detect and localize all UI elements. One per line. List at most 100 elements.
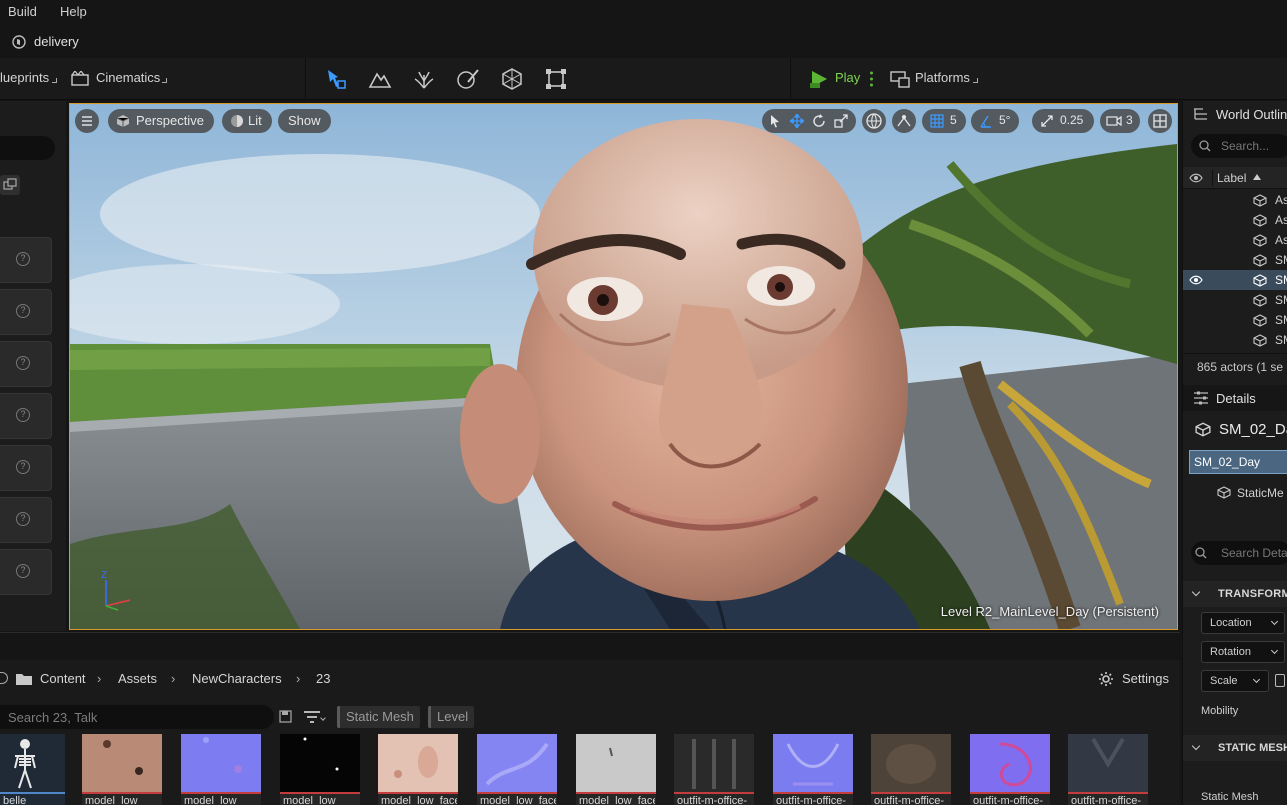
asset-tile[interactable]: model_low_face [576, 734, 656, 805]
visibility-eye-icon[interactable] [1189, 172, 1203, 184]
panel-splitter[interactable] [0, 632, 1180, 658]
translate-tool-icon[interactable] [790, 114, 804, 128]
folder-icon[interactable] [15, 672, 33, 686]
breadcrumb-content[interactable]: Content [40, 671, 86, 686]
select-mode-icon[interactable] [324, 67, 348, 91]
menu-build[interactable]: Build [8, 4, 37, 19]
perspective-button[interactable]: Perspective [108, 109, 214, 133]
outliner-row[interactable]: As [1183, 190, 1287, 210]
child-component-name[interactable]: StaticMe [1237, 486, 1284, 500]
location-dropdown[interactable]: Location [1201, 612, 1285, 634]
foliage-mode-icon[interactable] [412, 67, 436, 91]
asset-tile[interactable]: outfit-m-office- [871, 734, 951, 805]
platforms-button[interactable]: Platforms [915, 70, 970, 85]
scale-dropdown[interactable]: Scale [1201, 670, 1269, 692]
landscape-mode-icon[interactable] [368, 67, 392, 91]
modeling-mode-icon[interactable] [544, 67, 568, 91]
sort-ascending-icon[interactable] [1253, 174, 1261, 180]
show-button[interactable]: Show [278, 109, 331, 133]
filter-chip-static-mesh[interactable]: Static Mesh [337, 706, 420, 728]
asset-tile[interactable]: model_low_face [477, 734, 557, 805]
cinematics-dropdown-icon[interactable] [162, 78, 167, 83]
static-mesh-property-label: Static Mesh [1201, 791, 1259, 803]
outliner-row[interactable]: SM [1183, 290, 1287, 310]
outliner-row[interactable]: SM [1183, 330, 1287, 350]
place-actors-category-tile[interactable]: ? [0, 497, 52, 543]
asset-tile[interactable]: model_low_face [378, 734, 458, 805]
rotate-tool-icon[interactable] [812, 114, 826, 128]
toolbar-divider [790, 58, 791, 100]
collapse-chevron-icon[interactable] [1191, 587, 1201, 597]
label-column-header[interactable]: Label [1217, 171, 1246, 185]
asset-tile[interactable]: outfit-m-office- [773, 734, 853, 805]
camera-speed-button[interactable]: 3 [1100, 109, 1140, 133]
asset-tile[interactable]: model_low [181, 734, 261, 805]
scale-lock-icon[interactable] [1275, 674, 1285, 687]
place-actors-category-tile[interactable]: ? [0, 341, 52, 387]
asset-tile[interactable]: model_low [280, 734, 360, 805]
breadcrumb-newcharacters[interactable]: NewCharacters [192, 671, 282, 686]
asset-tile[interactable]: outfit-m-office- [1068, 734, 1148, 805]
scale-tool-icon[interactable] [834, 114, 848, 128]
scale-snap-button[interactable]: 0.25 [1032, 109, 1094, 133]
visibility-eye-icon[interactable] [1189, 274, 1203, 286]
place-actors-category-tile[interactable]: ? [0, 393, 52, 439]
place-actors-category-tile[interactable]: ? [0, 237, 52, 283]
outliner-row[interactable]: As [1183, 230, 1287, 250]
play-icon[interactable] [809, 69, 829, 89]
details-search-input[interactable]: Search Deta [1191, 541, 1287, 565]
fracture-mode-icon[interactable] [500, 67, 524, 91]
cinematics-button[interactable]: Cinematics [96, 70, 160, 85]
breadcrumb-assets[interactable]: Assets [118, 671, 157, 686]
select-tool-icon[interactable] [768, 114, 782, 128]
viewport-layout-icon[interactable] [1148, 109, 1172, 133]
place-actors-settings-icon[interactable] [0, 175, 20, 195]
history-back-icon[interactable] [0, 672, 8, 684]
level-viewport[interactable]: Perspective Lit Show 5 5° 0.25 3 Z Level… [69, 103, 1178, 630]
asset-tile[interactable]: outfit-m-office- [674, 734, 754, 805]
angle-snap-button[interactable]: 5° [971, 109, 1019, 133]
menu-help[interactable]: Help [60, 4, 87, 19]
place-actors-category-tile[interactable]: ? [0, 445, 52, 491]
asset-tile[interactable]: belle [0, 734, 65, 805]
outliner-row-selected[interactable]: SM [1183, 270, 1287, 290]
component-row-selected[interactable]: SM_02_Day [1189, 450, 1287, 474]
filter-icon[interactable] [303, 710, 321, 724]
place-actors-category-tile[interactable]: ? [0, 549, 52, 595]
gear-icon[interactable] [1098, 671, 1114, 687]
save-search-icon[interactable] [279, 710, 292, 723]
place-actors-category-tile[interactable]: ? [0, 289, 52, 335]
details-tab[interactable]: Details [1183, 385, 1287, 411]
selected-actor-name[interactable]: SM_02_Da [1219, 421, 1287, 438]
asset-tile[interactable]: outfit-m-office- [970, 734, 1050, 805]
content-search-input[interactable]: Search 23, Talk [0, 705, 274, 729]
chevron-down-icon [1252, 675, 1261, 684]
project-tab[interactable]: delivery [34, 34, 79, 49]
filter-dropdown-icon[interactable] [320, 715, 326, 721]
platforms-dropdown-icon[interactable] [973, 78, 978, 83]
blueprints-dropdown-icon[interactable] [52, 78, 57, 83]
blueprints-button[interactable]: lueprints [0, 70, 49, 85]
filter-chip-level[interactable]: Level [428, 706, 475, 728]
settings-button[interactable]: Settings [1122, 671, 1169, 686]
collapse-chevron-icon[interactable] [1191, 741, 1201, 751]
outliner-row[interactable]: As [1183, 210, 1287, 230]
viewport-menu-icon[interactable] [75, 109, 99, 133]
static-mesh-section-header[interactable]: STATIC MESH [1183, 735, 1287, 761]
breadcrumb-23[interactable]: 23 [316, 671, 330, 686]
outliner-row[interactable]: SM [1183, 250, 1287, 270]
transform-section-header[interactable]: TRANSFORM [1183, 581, 1287, 607]
mesh-paint-mode-icon[interactable] [456, 67, 480, 91]
lit-button[interactable]: Lit [222, 109, 272, 133]
outliner-search-input[interactable]: Search... [1191, 134, 1287, 158]
world-local-toggle-icon[interactable] [862, 109, 886, 133]
asset-tile[interactable]: model_low [82, 734, 162, 805]
rotation-dropdown[interactable]: Rotation [1201, 641, 1285, 663]
surface-snapping-icon[interactable] [892, 109, 916, 133]
place-actors-search-input[interactable] [0, 136, 55, 160]
grid-snap-button[interactable]: 5 [922, 109, 966, 133]
play-options-icon[interactable] [870, 71, 873, 87]
outliner-row[interactable]: SM [1183, 310, 1287, 330]
play-button[interactable]: Play [835, 70, 860, 85]
world-outliner-title[interactable]: World Outline [1216, 107, 1287, 122]
